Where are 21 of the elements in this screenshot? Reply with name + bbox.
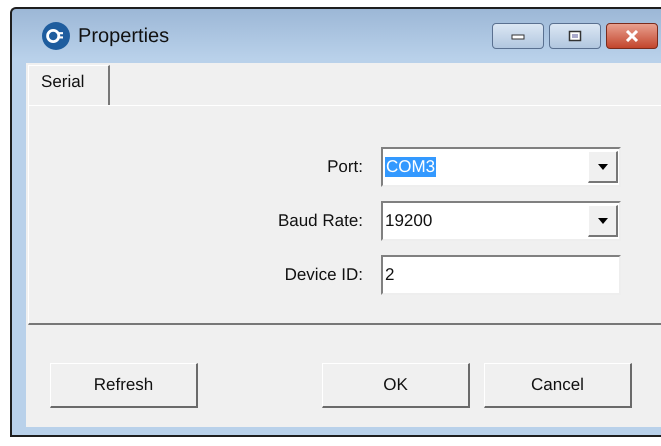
app-icon — [42, 22, 70, 50]
caret-icon — [598, 218, 608, 224]
dropdown-field[interactable]: 19200 — [381, 201, 621, 241]
close-icon — [624, 30, 640, 42]
tab[interactable]: Serial — [28, 65, 110, 105]
maximize-button[interactable] — [549, 23, 601, 49]
field-label: Device ID: — [284, 265, 364, 285]
dropdown-button[interactable] — [588, 151, 618, 183]
caret-icon — [598, 164, 608, 170]
input-field[interactable]: 2 — [381, 255, 621, 295]
field-label: Port: — [326, 157, 364, 177]
dialog-button[interactable]: Cancel — [484, 363, 632, 408]
field-label: Baud Rate: — [276, 211, 364, 231]
close-button[interactable] — [606, 23, 658, 49]
window-title: Properties — [78, 24, 170, 48]
dropdown-button[interactable] — [588, 205, 618, 237]
dialog-button[interactable]: OK — [322, 363, 470, 408]
dialog-button[interactable]: Refresh — [50, 363, 198, 408]
maximize-icon — [568, 30, 582, 42]
minimize-icon — [511, 32, 525, 40]
minimize-button[interactable] — [492, 23, 544, 49]
